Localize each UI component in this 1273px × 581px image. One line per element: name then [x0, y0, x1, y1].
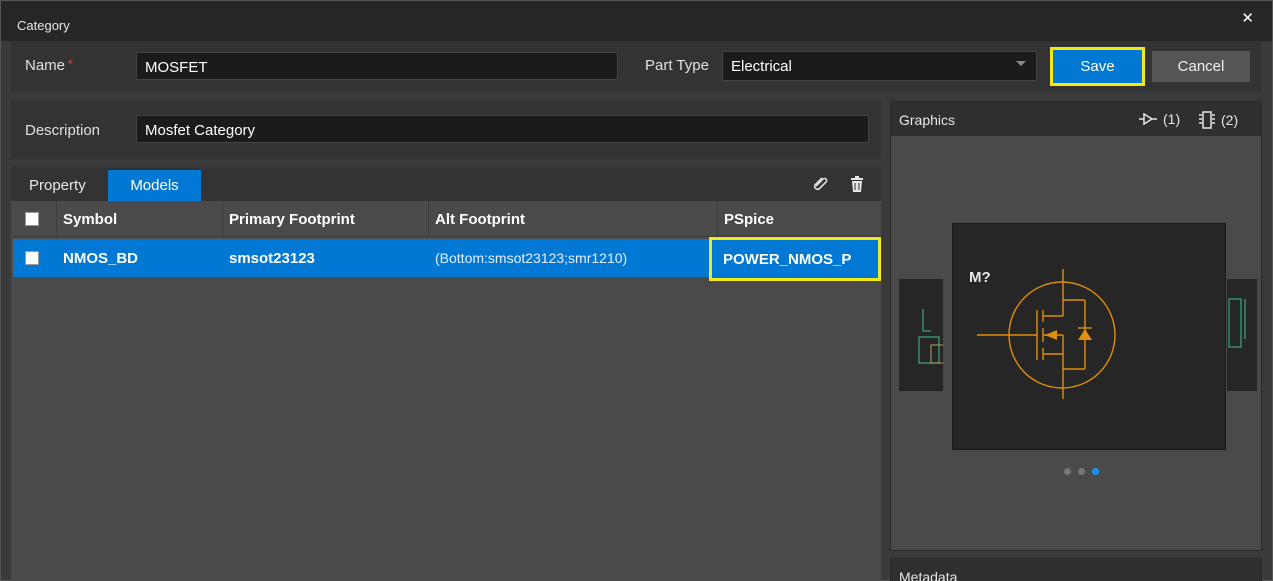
save-label: Save	[1080, 58, 1115, 75]
description-input-value: Mosfet Category	[145, 122, 256, 139]
select-all-checkbox[interactable]	[25, 212, 39, 226]
column-pspice[interactable]: PSpice	[718, 201, 881, 237]
cell-symbol: NMOS_BD	[63, 249, 139, 267]
cancel-label: Cancel	[1177, 58, 1225, 75]
cell-pspice[interactable]: POWER_NMOS_P	[709, 237, 881, 281]
header-select-cell	[13, 201, 57, 237]
body-diode-glyph	[1078, 329, 1092, 340]
name-input[interactable]: MOSFET	[136, 52, 618, 80]
graphics-panel: Graphics (1) (2) M?	[890, 101, 1262, 551]
name-input-value: MOSFET	[145, 59, 208, 76]
title-bar: Category ✕	[1, 1, 1272, 41]
description-row: Description Mosfet Category	[11, 101, 881, 159]
paperclip-icon[interactable]	[808, 173, 830, 195]
chevron-down-icon	[1016, 61, 1026, 66]
part-type-label: Part Type	[645, 57, 709, 74]
tab-bar: Property Models	[11, 167, 881, 201]
metadata-title: Metadata	[899, 569, 958, 581]
symbol-icon	[1139, 112, 1157, 126]
row-select-cell	[13, 239, 57, 277]
row-checkbox[interactable]	[25, 251, 39, 265]
previous-preview-thumbnail[interactable]	[899, 279, 946, 391]
cell-primary-footprint: smsot23123	[229, 249, 315, 267]
symbol-count: (1)	[1163, 111, 1181, 127]
part-type-value: Electrical	[731, 58, 792, 75]
close-icon[interactable]: ✕	[1241, 9, 1254, 27]
models-panel: Property Models Symbol Primary Footprint…	[11, 167, 881, 581]
description-label: Description	[25, 122, 101, 139]
required-marker: *	[68, 57, 73, 71]
mosfet-symbol-graphic: M?	[969, 269, 1116, 399]
carousel-dot-2[interactable]	[1078, 468, 1085, 475]
grid-header: Symbol Primary Footprint Alt Footprint P…	[13, 201, 881, 237]
graphics-header: Graphics (1) (2)	[891, 102, 1261, 136]
column-symbol[interactable]: Symbol	[57, 201, 223, 237]
next-preview-thumbnail[interactable]	[1227, 279, 1257, 391]
metadata-panel: Metadata	[890, 558, 1262, 581]
name-label: Name *	[25, 57, 73, 74]
symbol-view-toggle[interactable]: (1)	[1137, 111, 1180, 127]
description-input[interactable]: Mosfet Category	[136, 115, 869, 143]
refdes-label: M?	[969, 269, 991, 286]
window-title: Category	[17, 18, 70, 33]
column-primary-footprint[interactable]: Primary Footprint	[223, 201, 429, 237]
carousel-dot-3[interactable]	[1092, 468, 1099, 475]
symbol-preview: M?	[952, 223, 1226, 450]
column-alt-footprint[interactable]: Alt Footprint	[429, 201, 718, 237]
footprint-count: (2)	[1221, 112, 1239, 128]
tab-property[interactable]: Property	[13, 170, 102, 201]
footprint-view-toggle[interactable]: (2)	[1197, 111, 1238, 129]
tab-models[interactable]: Models	[108, 170, 201, 201]
part-type-select[interactable]: Electrical	[722, 51, 1037, 81]
channel-arrow-glyph	[1045, 330, 1057, 340]
carousel-dots	[1064, 468, 1099, 475]
category-dialog: Category ✕ Name * MOSFET Part Type Electr…	[0, 0, 1273, 581]
carousel-dot-1[interactable]	[1064, 468, 1071, 475]
trash-icon[interactable]	[846, 173, 868, 195]
save-button[interactable]: Save	[1050, 47, 1145, 86]
graphics-title: Graphics	[899, 112, 956, 128]
footprint-icon	[1199, 111, 1215, 129]
cancel-button[interactable]: Cancel	[1152, 51, 1250, 82]
cell-alt-footprint: (Bottom:smsot23123;smr1210)	[435, 250, 628, 266]
